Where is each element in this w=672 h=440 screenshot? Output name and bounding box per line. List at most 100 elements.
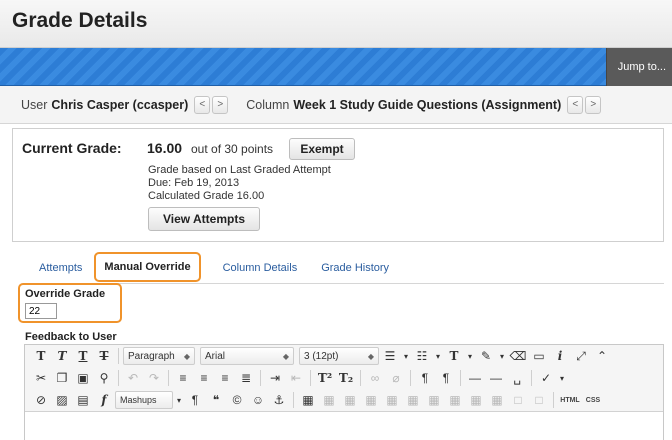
select-caret-icon: ◆ (367, 351, 374, 361)
align-center-icon[interactable]: ≡ (194, 369, 214, 388)
chevron-down-icon[interactable]: ▾ (433, 347, 443, 366)
preview-monitor-icon[interactable]: ▭ (529, 347, 549, 366)
delete-column-icon[interactable]: ▦ (487, 391, 507, 410)
column-name: Week 1 Study Guide Questions (Assignment… (293, 97, 562, 112)
grade-tabs: Attempts Manual Override Column Details … (27, 252, 401, 284)
paste-icon[interactable]: ▣ (73, 369, 93, 388)
copyright-icon[interactable]: © (227, 391, 247, 410)
current-grade-label: Current Grade: (22, 140, 122, 156)
tab-manual-override[interactable]: Manual Override (94, 252, 201, 282)
css-button[interactable]: CSS (583, 391, 603, 410)
due-date-text: Due: Feb 19, 2013 (148, 177, 240, 189)
next-column-button[interactable]: > (585, 95, 602, 114)
text-color-icon[interactable]: T (444, 347, 464, 366)
tab-grade-history[interactable]: Grade History (309, 252, 401, 284)
bullet-list-icon[interactable]: ☰ (380, 347, 400, 366)
feedback-label: Feedback to User (25, 331, 117, 343)
insert-row-after-icon[interactable]: ▦ (403, 391, 423, 410)
align-left-icon[interactable]: ≡ (173, 369, 193, 388)
font-size-value: 3 (12pt) (304, 350, 339, 362)
insert-media-icon[interactable]: ▤ (73, 391, 93, 410)
user-label: User (21, 97, 48, 112)
highlight-pen-icon[interactable]: ✎ (476, 347, 496, 366)
editor-toolbar-row-3: ⊘ ▨ ▤ f Mashups ▾ ¶ ❝ © ☺ ⚓ ▦ ▦ ▦ ▦ ▦ ▦ … (25, 389, 663, 412)
strikethrough-icon[interactable]: T (94, 347, 114, 366)
exempt-button[interactable]: Exempt (289, 138, 355, 160)
subscript-icon[interactable]: T₂ (336, 369, 356, 388)
info-icon[interactable]: i (550, 347, 570, 366)
outdent-icon[interactable]: ⇤ (286, 369, 306, 388)
mashups-label: Mashups (120, 395, 157, 405)
cut-icon[interactable]: ✂ (31, 369, 51, 388)
bold-icon[interactable]: T (31, 347, 51, 366)
delete-row-icon[interactable]: ▦ (424, 391, 444, 410)
copy-icon[interactable]: ❐ (52, 369, 72, 388)
view-attempts-button[interactable]: View Attempts (148, 207, 260, 231)
paragraph-mark-icon[interactable]: ¶ (185, 391, 205, 410)
editor-toolbar-row-1: T T T T Paragraph ◆ Arial ◆ 3 (12pt) ◆ ☰… (25, 345, 663, 367)
superscript-icon[interactable]: T² (315, 369, 335, 388)
override-grade-label: Override Grade (25, 288, 106, 300)
horizontal-rule-icon[interactable]: — (465, 369, 485, 388)
italic-icon[interactable]: T (52, 347, 72, 366)
tab-attempts[interactable]: Attempts (27, 252, 94, 284)
previous-user-button[interactable]: < (194, 95, 211, 114)
undo-icon[interactable]: ↶ (123, 369, 143, 388)
ltr-direction-icon[interactable]: ¶ (415, 369, 435, 388)
rtl-direction-icon[interactable]: ¶ (436, 369, 456, 388)
previous-column-button[interactable]: < (567, 95, 584, 114)
split-cells-icon[interactable]: □ (508, 391, 528, 410)
blockquote-icon[interactable]: ❝ (206, 391, 226, 410)
redo-icon[interactable]: ↷ (144, 369, 164, 388)
feedback-text-area[interactable] (25, 413, 663, 440)
collapse-toolbar-icon[interactable]: ⌃ (592, 347, 612, 366)
font-size-select[interactable]: 3 (12pt) ◆ (299, 347, 379, 365)
paragraph-format-value: Paragraph (128, 350, 175, 362)
font-family-select[interactable]: Arial ◆ (200, 347, 294, 365)
table-properties-icon[interactable]: ▦ (319, 391, 339, 410)
table-cell-properties-icon[interactable]: ▦ (361, 391, 381, 410)
emoticon-icon[interactable]: ☺ (248, 391, 268, 410)
merge-cells-icon[interactable]: □ (529, 391, 549, 410)
table-row-properties-icon[interactable]: ▦ (340, 391, 360, 410)
jump-to-button[interactable]: Jump to... (606, 48, 672, 86)
chevron-down-icon[interactable]: ▾ (465, 347, 475, 366)
indent-icon[interactable]: ⇥ (265, 369, 285, 388)
numbered-list-icon[interactable]: ☷ (412, 347, 432, 366)
next-user-button[interactable]: > (212, 95, 229, 114)
spellcheck-icon[interactable]: ✓ (536, 369, 556, 388)
calculated-grade-text: Calculated Grade 16.00 (148, 190, 265, 202)
chevron-down-icon[interactable]: ▾ (497, 347, 507, 366)
math-formula-icon[interactable]: f (94, 391, 114, 410)
insert-column-after-icon[interactable]: ▦ (466, 391, 486, 410)
column-label: Column (246, 97, 290, 112)
insert-image-icon[interactable]: ▨ (52, 391, 72, 410)
link-icon[interactable]: ∞ (365, 369, 385, 388)
align-right-icon[interactable]: ≡ (215, 369, 235, 388)
chevron-down-icon[interactable]: ▾ (557, 369, 567, 388)
user-column-navigation: User Chris Casper (ccasper) < > Column W… (0, 86, 672, 124)
current-grade-panel: Current Grade: 16.00 out of 30 points Ex… (12, 128, 664, 242)
insert-column-before-icon[interactable]: ▦ (445, 391, 465, 410)
feedback-editor: T T T T Paragraph ◆ Arial ◆ 3 (12pt) ◆ ☰… (24, 344, 664, 440)
insert-row-before-icon[interactable]: ▦ (382, 391, 402, 410)
tab-column-details[interactable]: Column Details (201, 252, 310, 284)
insert-table-icon[interactable]: ▦ (298, 391, 318, 410)
horizontal-line-icon[interactable]: — (486, 369, 506, 388)
align-justify-icon[interactable]: ≣ (236, 369, 256, 388)
chevron-down-icon[interactable]: ▾ (401, 347, 411, 366)
html-source-button[interactable]: HTML (558, 391, 582, 410)
fullscreen-icon[interactable]: ⤢ (571, 347, 591, 366)
grade-points-possible: out of 30 points (191, 142, 274, 156)
nonbreaking-space-icon[interactable]: ␣ (507, 369, 527, 388)
chevron-down-icon[interactable]: ▾ (174, 391, 184, 410)
anchor-icon[interactable]: ⚓ (269, 391, 289, 410)
mashups-select[interactable]: Mashups (115, 391, 173, 409)
unlink-icon[interactable]: ⌀ (386, 369, 406, 388)
underline-icon[interactable]: T (73, 347, 93, 366)
find-icon[interactable]: ⚲ (94, 369, 114, 388)
override-grade-input[interactable] (25, 303, 57, 319)
attach-file-icon[interactable]: ⊘ (31, 391, 51, 410)
eraser-icon[interactable]: ⌫ (508, 347, 528, 366)
paragraph-format-select[interactable]: Paragraph ◆ (123, 347, 195, 365)
